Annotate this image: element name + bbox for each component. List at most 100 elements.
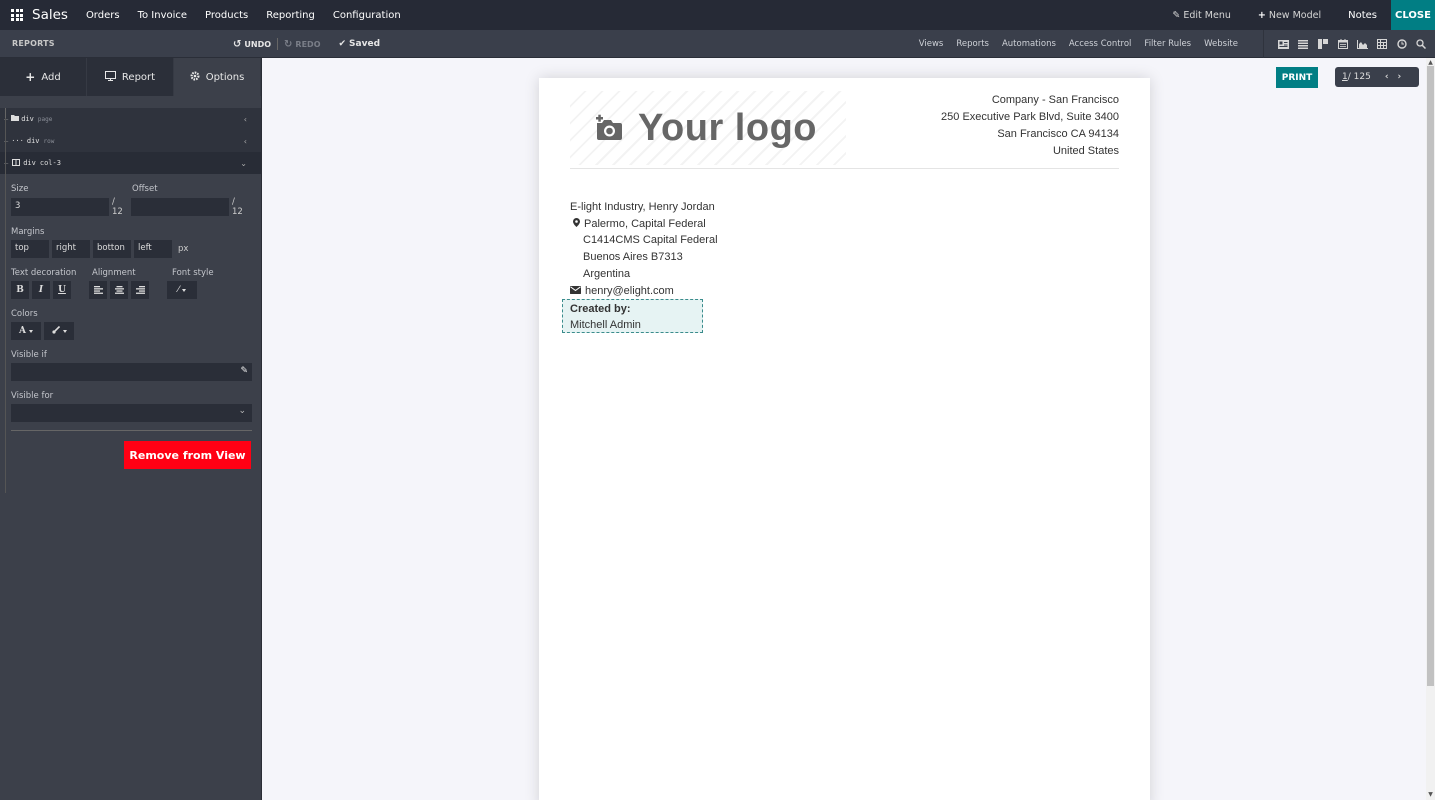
align-right-button[interactable] [131,281,149,299]
margin-top-input[interactable]: top [11,240,49,258]
tree-class: row [43,137,55,145]
map-marker-icon [573,216,580,233]
header-divider [570,168,1119,169]
tree-node-div-col-3[interactable]: – div col-3 ⌄ [0,152,261,174]
bold-button[interactable]: B [11,281,29,299]
text-color-dropdown[interactable]: A [11,322,41,340]
pager-prev-icon[interactable]: ‹ [1385,72,1389,82]
gear-icon [190,70,200,84]
size-input[interactable]: 3 [11,198,109,216]
menu-configuration[interactable]: Configuration [333,10,401,21]
scroll-down-icon[interactable]: ▼ [1427,791,1434,798]
pager-total: / 125 [1347,72,1371,82]
pencil-icon[interactable]: ✎ [240,366,248,376]
company-address[interactable]: Company - San Francisco 250 Executive Pa… [941,92,1119,160]
column-icon [12,158,21,168]
menu-reporting[interactable]: Reporting [266,10,315,21]
monitor-icon [104,70,116,84]
activity-view-icon[interactable] [1396,39,1407,50]
visible-if-input[interactable]: ✎ [11,363,252,381]
tab-options[interactable]: Options [174,58,261,96]
camera-plus-icon [592,112,624,145]
tree-class: col-3 [39,159,61,167]
search-view-icon[interactable] [1416,39,1427,50]
margin-right-input[interactable]: right [52,240,90,258]
new-model-button[interactable]: + New Model [1258,10,1321,21]
offset-input[interactable] [131,198,229,216]
created-by-label: Created by: [570,303,631,315]
align-center-button[interactable] [110,281,128,299]
tab-report[interactable]: Report [87,58,174,96]
customer-address[interactable]: E-light Industry, Henry Jordan Palermo, … [570,199,718,299]
font-style-dropdown[interactable]: ⁄ [167,281,197,299]
italic-button[interactable]: I [32,281,50,299]
edit-menu-button[interactable]: ✎ Edit Menu [1172,10,1230,21]
logo-text: Your logo [638,106,817,149]
print-button[interactable]: PRINT [1276,67,1318,88]
tab-add-label: Add [41,71,61,83]
calendar-view-icon[interactable] [1337,39,1348,50]
company-logo[interactable]: Your logo [570,91,846,165]
link-views[interactable]: Views [919,39,944,49]
pivot-view-icon[interactable] [1376,39,1387,50]
app-name[interactable]: Sales [32,7,68,23]
notes-button[interactable]: Notes [1348,10,1377,21]
chevron-left-icon[interactable]: ‹ [244,137,247,146]
plus-icon: + [1257,9,1266,21]
graph-view-icon[interactable] [1356,39,1368,50]
kanban-view-icon[interactable] [1318,39,1329,50]
menu-orders[interactable]: Orders [86,10,120,21]
address-line: Buenos Aires B7313 [583,251,683,264]
check-icon: ✔ [338,39,347,49]
link-website[interactable]: Website [1204,39,1238,49]
tab-options-label: Options [205,71,245,83]
redo-button[interactable]: ↻ REDO [284,39,320,50]
link-reports[interactable]: Reports [956,39,989,49]
scroll-thumb[interactable] [1427,66,1434,686]
address-line: C1414CMS Capital Federal [583,234,718,247]
apps-menu-icon[interactable] [11,9,23,21]
scroll-up-icon[interactable]: ▲ [1427,59,1434,66]
menu-to-invoice[interactable]: To Invoice [138,10,187,21]
text-color-icon: A [19,326,26,336]
breadcrumb-reports[interactable]: REPORTS [12,39,55,48]
chevron-left-icon[interactable]: ‹ [244,115,247,124]
align-center-icon [114,286,124,294]
visible-for-select[interactable]: ⌄ [11,404,252,422]
tab-report-label: Report [121,71,156,83]
tree-tag: div [23,159,36,167]
divider [11,430,252,431]
report-canvas: Your logo Company - San Francisco 250 Ex… [263,58,1426,800]
chevron-down-icon[interactable]: ⌄ [240,159,247,168]
align-left-button[interactable] [89,281,107,299]
link-filter-rules[interactable]: Filter Rules [1144,39,1191,49]
redo-icon: ↻ [284,38,293,50]
undo-icon: ↺ [233,38,242,50]
underline-button[interactable]: U [53,281,71,299]
tree-node-div-row[interactable]: – ··· div row ‹ [0,130,261,152]
folder-icon [11,115,20,123]
saved-status: ✔ Saved [339,39,381,49]
tab-add[interactable]: + Add [0,58,87,96]
undo-label: UNDO [244,39,272,49]
margin-left-input[interactable]: left [134,240,172,258]
list-view-icon[interactable] [1298,39,1309,50]
tree-node-div-page[interactable]: – div page ‹ [0,108,261,130]
company-country: United States [1052,145,1119,157]
undo-button[interactable]: ↺ UNDO [233,39,271,50]
background-color-dropdown[interactable] [44,322,74,340]
remove-from-view-button[interactable]: Remove from View [124,441,251,469]
form-view-icon[interactable] [1278,39,1290,50]
link-automations[interactable]: Automations [1002,39,1056,49]
ellipsis-icon: ··· [11,137,24,145]
company-street: 250 Executive Park Blvd, Suite 3400 [941,111,1119,123]
pager-next-icon[interactable]: › [1398,72,1402,82]
created-by-block[interactable]: Created by: Mitchell Admin [562,299,703,333]
margin-bottom-input[interactable]: botton [93,240,131,258]
visible-for-label: Visible for [11,391,54,401]
link-access-control[interactable]: Access Control [1069,39,1132,49]
vertical-scrollbar[interactable]: ▲ ▼ [1426,58,1435,800]
menu-products[interactable]: Products [205,10,248,21]
customer-email: henry@elight.com [585,284,674,297]
close-button[interactable]: CLOSE [1391,0,1435,30]
